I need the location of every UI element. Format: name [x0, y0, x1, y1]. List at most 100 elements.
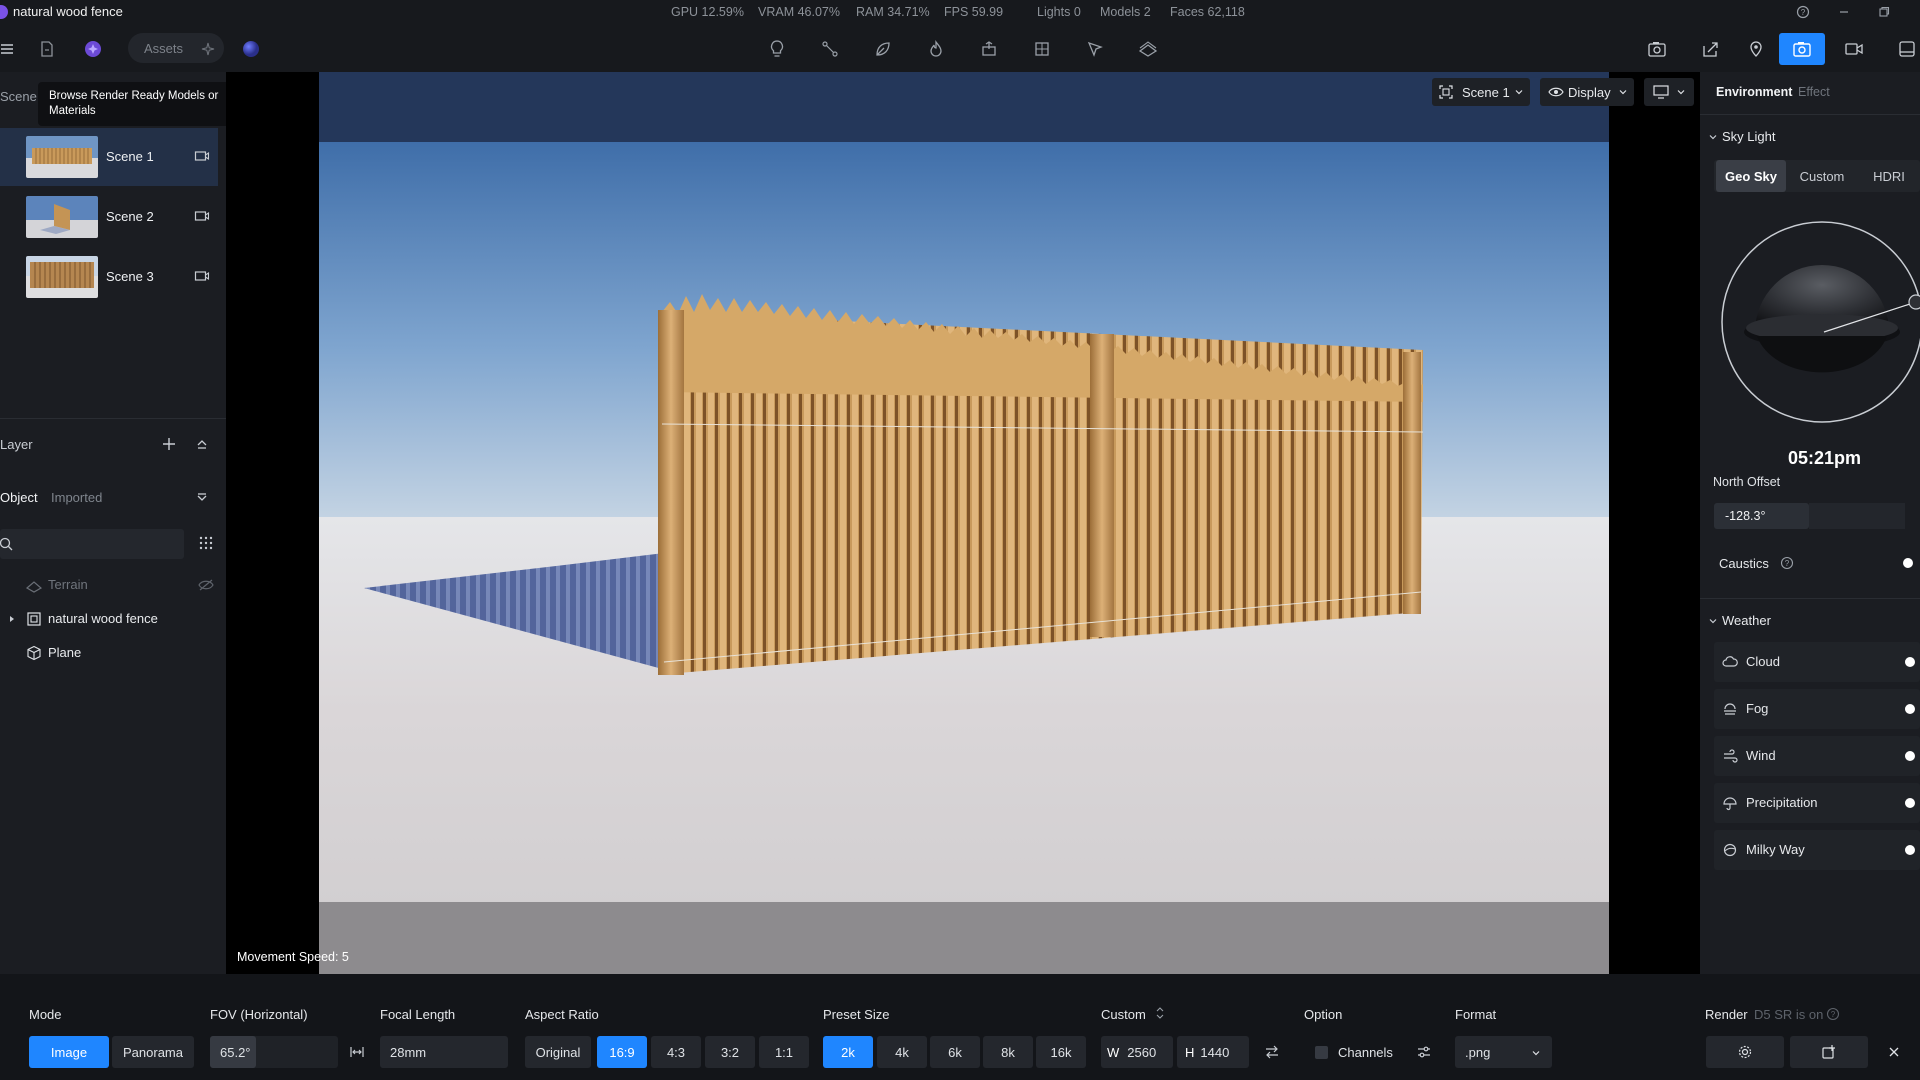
chevron-down-icon[interactable] [1708, 132, 1718, 142]
aspect-original-button[interactable]: Original [525, 1036, 591, 1068]
minimize-icon[interactable] [1833, 2, 1855, 22]
placement-tool-icon[interactable] [974, 34, 1004, 64]
aspect-3-2-button[interactable]: 3:2 [705, 1036, 755, 1068]
wind-toggle[interactable] [1905, 751, 1915, 761]
fog-toggle[interactable] [1905, 704, 1915, 714]
sparkle-icon[interactable] [193, 34, 223, 64]
filter-icon[interactable] [195, 491, 209, 505]
fov-input[interactable]: 65.2° [210, 1036, 256, 1068]
scene-item[interactable]: Scene 2 [0, 188, 218, 246]
tree-item-fence[interactable]: natural wood fence [0, 602, 218, 636]
height-value: 1440 [1200, 1044, 1230, 1060]
menu-icon[interactable] [0, 34, 22, 64]
expand-arrow-icon[interactable] [8, 615, 16, 623]
aspect-1-1-button[interactable]: 1:1 [759, 1036, 809, 1068]
info-icon[interactable]: ? [1780, 556, 1794, 570]
camera-icon[interactable] [1787, 34, 1817, 64]
path-tool-icon[interactable] [815, 34, 845, 64]
render-viewport[interactable] [226, 72, 1700, 974]
render-queue-button[interactable] [1790, 1036, 1868, 1068]
add-layer-icon[interactable] [161, 436, 177, 452]
leaf-icon[interactable] [868, 34, 898, 64]
width-input[interactable]: W 2560 [1101, 1036, 1173, 1068]
tab-object[interactable]: Object [0, 490, 38, 505]
scene-camera-icon[interactable] [194, 149, 210, 163]
tab-effect[interactable]: Effect [1798, 85, 1830, 99]
collapse-icon[interactable] [195, 437, 209, 451]
aspect-16-9-button[interactable]: 16:9 [597, 1036, 647, 1068]
display-dropdown[interactable]: Display [1540, 78, 1634, 106]
scene-tab[interactable]: Scene [0, 89, 37, 104]
mode-image-button[interactable]: Image [29, 1036, 109, 1068]
brush-tool-icon[interactable] [1080, 34, 1110, 64]
light-bulb-icon[interactable] [762, 34, 792, 64]
movement-speed: Movement Speed: 5 [237, 950, 349, 964]
scene-item[interactable]: Scene 1 [0, 128, 218, 186]
weather-item-wind[interactable]: Wind [1714, 736, 1920, 776]
chevron-down-icon[interactable] [1708, 616, 1718, 626]
weather-item-label: Fog [1746, 701, 1769, 716]
fov-lock-icon[interactable] [349, 1045, 365, 1059]
height-label: H [1185, 1044, 1195, 1060]
chevron-down-icon [1618, 87, 1628, 97]
preset-2k-button[interactable]: 2k [823, 1036, 873, 1068]
export-icon[interactable] [1696, 34, 1726, 64]
video-icon[interactable] [1839, 34, 1869, 64]
channels-checkbox[interactable] [1315, 1046, 1328, 1059]
aspect-4-3-button[interactable]: 4:3 [651, 1036, 701, 1068]
scene-camera-icon[interactable] [194, 209, 210, 223]
file-icon[interactable] [32, 34, 62, 64]
scene-selector[interactable]: Scene 1 [1432, 78, 1530, 106]
milky-way-toggle[interactable] [1905, 845, 1915, 855]
mode-panorama-button[interactable]: Panorama [112, 1036, 194, 1068]
tab-environment[interactable]: Environment [1716, 85, 1792, 99]
terrain-tool-icon[interactable] [1133, 34, 1163, 64]
view-options-dropdown[interactable] [1644, 78, 1694, 106]
preset-4k-button[interactable]: 4k [877, 1036, 927, 1068]
sun-position-dial[interactable] [1720, 214, 1920, 428]
preset-8k-button[interactable]: 8k [983, 1036, 1033, 1068]
visibility-off-icon[interactable] [198, 578, 214, 592]
scene-camera-icon[interactable] [194, 269, 210, 283]
weather-item-precipitation[interactable]: Precipitation [1714, 783, 1920, 823]
precipitation-toggle[interactable] [1905, 798, 1915, 808]
tree-item-terrain[interactable]: Terrain [0, 568, 218, 602]
format-value: .png [1465, 1044, 1491, 1060]
north-offset-slider[interactable] [1809, 503, 1905, 529]
restore-icon[interactable] [1873, 2, 1895, 22]
material-sphere-icon[interactable] [236, 34, 266, 64]
preset-6k-button[interactable]: 6k [930, 1036, 980, 1068]
caustics-toggle[interactable] [1903, 558, 1913, 568]
svg-text:?: ? [1801, 8, 1806, 17]
render-settings-button[interactable] [1706, 1036, 1784, 1068]
close-render-button[interactable] [1874, 1036, 1914, 1068]
weather-item-label: Wind [1746, 748, 1776, 763]
asset-library-icon[interactable] [78, 34, 108, 64]
group-icon [26, 611, 42, 627]
panel-toggle-icon[interactable] [1892, 34, 1920, 64]
tab-imported[interactable]: Imported [51, 490, 102, 505]
weather-item-fog[interactable]: Fog [1714, 689, 1920, 729]
weather-item-milky-way[interactable]: Milky Way [1714, 830, 1920, 870]
preset-16k-button[interactable]: 16k [1036, 1036, 1086, 1068]
focal-length-input[interactable]: 28mm [380, 1036, 508, 1068]
settings-sliders-icon[interactable] [1416, 1045, 1432, 1059]
fire-icon[interactable] [921, 34, 951, 64]
sky-mode-custom[interactable]: Custom [1786, 160, 1858, 192]
sky-mode-geo-sky[interactable]: Geo Sky [1716, 160, 1786, 192]
screenshot-icon[interactable] [1642, 34, 1672, 64]
layer-search-input[interactable] [0, 529, 184, 559]
sky-mode-hdri[interactable]: HDRI [1858, 160, 1920, 192]
height-input[interactable]: H 1440 [1177, 1036, 1249, 1068]
swap-icon[interactable] [1264, 1045, 1280, 1059]
location-icon[interactable] [1741, 34, 1771, 64]
grid-tool-icon[interactable] [1027, 34, 1057, 64]
info-icon[interactable]: ? [1826, 1007, 1840, 1021]
cloud-toggle[interactable] [1905, 657, 1915, 667]
help-icon[interactable]: ? [1792, 2, 1814, 22]
sort-icon[interactable] [1155, 1006, 1165, 1020]
weather-item-cloud[interactable]: Cloud [1714, 642, 1920, 682]
grid-view-icon[interactable] [198, 535, 214, 551]
scene-item[interactable]: Scene 3 [0, 248, 218, 306]
tree-item-plane[interactable]: Plane [0, 636, 218, 670]
